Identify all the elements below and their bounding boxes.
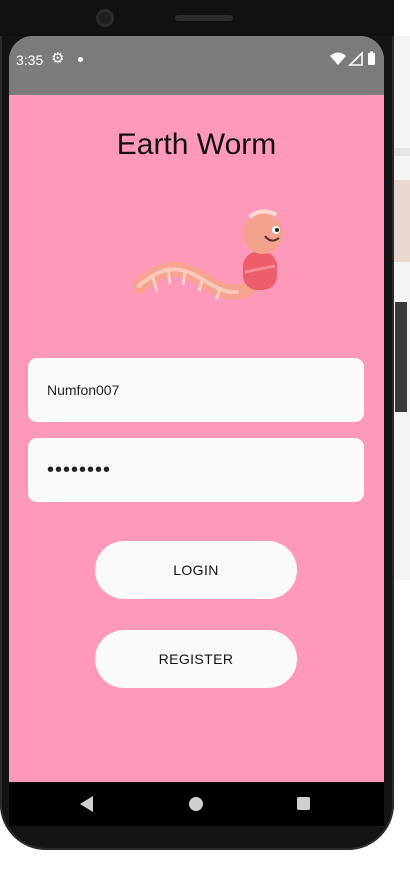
status-icons: [330, 51, 375, 66]
front-camera: [96, 9, 114, 27]
phone-frame: 3:35 ⚙ Earth Worm Numfon007 •••••••• LOG…: [0, 0, 394, 850]
signal-icon: [348, 51, 363, 66]
password-field[interactable]: ••••••••: [28, 438, 364, 502]
battery-icon: [368, 53, 375, 65]
app-title: Earth Worm: [116, 128, 277, 161]
settings-gear-icon: ⚙: [51, 50, 65, 67]
phone-top-bezel: [0, 0, 394, 36]
worm-head: [243, 214, 283, 254]
register-button[interactable]: REGISTER: [95, 630, 297, 688]
status-bar: 3:35 ⚙: [9, 36, 384, 95]
login-button[interactable]: LOGIN: [95, 541, 297, 599]
back-icon[interactable]: [80, 796, 93, 812]
wifi-icon: [330, 52, 346, 65]
recents-icon[interactable]: [297, 797, 310, 810]
android-nav-bar: [9, 782, 384, 826]
status-time: 3:35: [16, 52, 44, 68]
notification-dot-icon: [78, 57, 83, 62]
username-field[interactable]: Numfon007: [28, 358, 364, 422]
earpiece-speaker: [175, 15, 233, 21]
home-icon[interactable]: [189, 797, 203, 811]
earthworm-illustration: [133, 209, 283, 301]
app-screen: 3:35 ⚙ Earth Worm Numfon007 •••••••• LOG…: [9, 36, 384, 782]
